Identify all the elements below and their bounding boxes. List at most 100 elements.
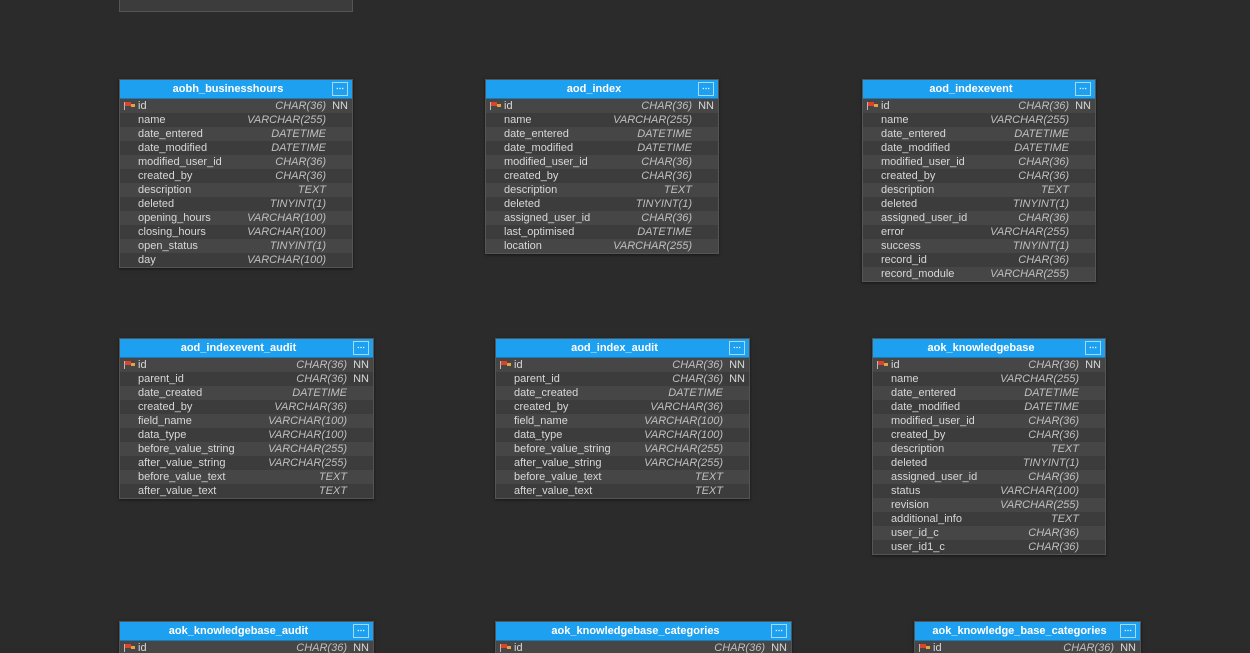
table-row[interactable]: data_typeVARCHAR(100) (496, 428, 749, 442)
table-row[interactable]: parent_idCHAR(36)NN (120, 372, 373, 386)
table-header[interactable]: aod_index_audit⋯ (496, 339, 749, 358)
table-row[interactable]: parent_idCHAR(36)NN (496, 372, 749, 386)
table-row[interactable]: after_value_textTEXT (120, 484, 373, 498)
table-row[interactable]: errorVARCHAR(255) (863, 225, 1095, 239)
table-aok_knowledgebase[interactable]: aok_knowledgebase⋯idCHAR(36)NNnameVARCHA… (872, 338, 1106, 555)
table-row[interactable]: nameVARCHAR(255) (486, 113, 718, 127)
table-row[interactable]: descriptionTEXT (873, 442, 1105, 456)
table-row[interactable]: record_moduleVARCHAR(255) (863, 267, 1095, 281)
table-aobh_businesshours[interactable]: aobh_businesshours⋯idCHAR(36)NNnameVARCH… (119, 79, 353, 268)
table-row[interactable]: idCHAR(36)NN (496, 358, 749, 372)
table-aok_knowledgebase_categories[interactable]: aok_knowledgebase_categories⋯idCHAR(36)N… (495, 621, 792, 653)
table-aok_knowledge_base_categories[interactable]: aok_knowledge_base_categories⋯idCHAR(36)… (914, 621, 1141, 653)
table-row[interactable]: user_id1_cCHAR(36) (873, 540, 1105, 554)
table-row[interactable]: field_nameVARCHAR(100) (120, 414, 373, 428)
table-row[interactable]: deletedTINYINT(1) (873, 456, 1105, 470)
table-menu-icon[interactable]: ⋯ (332, 82, 348, 96)
table-row[interactable]: date_modifiedDATETIME (863, 141, 1095, 155)
table-row[interactable]: date_modifiedDATETIME (873, 400, 1105, 414)
table-menu-icon[interactable]: ⋯ (771, 624, 787, 638)
table-row[interactable]: assigned_user_idCHAR(36) (863, 211, 1095, 225)
table-row[interactable]: created_byCHAR(36) (863, 169, 1095, 183)
table-row[interactable]: date_enteredDATETIME (120, 127, 352, 141)
table-aod_indexevent_audit[interactable]: aod_indexevent_audit⋯idCHAR(36)NNparent_… (119, 338, 374, 499)
table-row[interactable]: date_enteredDATETIME (486, 127, 718, 141)
table-row[interactable]: descriptionTEXT (120, 183, 352, 197)
table-row[interactable]: date_enteredDATETIME (873, 386, 1105, 400)
table-row[interactable]: date_enteredDATETIME (863, 127, 1095, 141)
table-menu-icon[interactable]: ⋯ (1085, 341, 1101, 355)
table-row[interactable]: before_value_stringVARCHAR(255) (496, 442, 749, 456)
table-row[interactable]: user_id_cCHAR(36) (873, 526, 1105, 540)
table-row[interactable]: after_value_stringVARCHAR(255) (496, 456, 749, 470)
table-row[interactable]: field_nameVARCHAR(100) (496, 414, 749, 428)
table-row[interactable]: additional_infoTEXT (873, 512, 1105, 526)
table-row[interactable]: deletedTINYINT(1) (863, 197, 1095, 211)
table-header[interactable]: aok_knowledgebase_audit⋯ (120, 622, 373, 641)
table-row[interactable]: descriptionTEXT (863, 183, 1095, 197)
table-row[interactable]: created_byVARCHAR(36) (496, 400, 749, 414)
table-row[interactable]: after_value_textTEXT (496, 484, 749, 498)
table-header[interactable]: aok_knowledgebase_categories⋯ (496, 622, 791, 641)
table-aod_indexevent[interactable]: aod_indexevent⋯idCHAR(36)NNnameVARCHAR(2… (862, 79, 1096, 282)
table-row[interactable]: record_idCHAR(36) (863, 253, 1095, 267)
table-menu-icon[interactable]: ⋯ (698, 82, 714, 96)
table-row[interactable]: statusVARCHAR(100) (873, 484, 1105, 498)
table-row[interactable]: dayVARCHAR(100) (120, 253, 352, 267)
table-row[interactable]: deletedTINYINT(1) (120, 197, 352, 211)
table-row[interactable]: date_modifiedDATETIME (486, 141, 718, 155)
table-row[interactable]: idCHAR(36)NN (915, 641, 1140, 653)
table-menu-icon[interactable]: ⋯ (353, 624, 369, 638)
table-header[interactable]: aok_knowledge_base_categories⋯ (915, 622, 1140, 641)
table-header[interactable]: aok_knowledgebase⋯ (873, 339, 1105, 358)
table-aod_index[interactable]: aod_index⋯idCHAR(36)NNnameVARCHAR(255)da… (485, 79, 719, 254)
table-row[interactable]: date_modifiedDATETIME (120, 141, 352, 155)
table-row[interactable]: modified_user_idCHAR(36) (120, 155, 352, 169)
table-row[interactable]: locationVARCHAR(255) (486, 239, 718, 253)
table-row[interactable]: created_byVARCHAR(36) (120, 400, 373, 414)
table-header[interactable]: aobh_businesshours⋯ (120, 80, 352, 99)
table-row[interactable]: closing_hoursVARCHAR(100) (120, 225, 352, 239)
table-row[interactable]: created_byCHAR(36) (873, 428, 1105, 442)
table-row[interactable]: revisionVARCHAR(255) (873, 498, 1105, 512)
table-row[interactable]: deletedTINYINT(1) (486, 197, 718, 211)
table-row[interactable]: modified_user_idCHAR(36) (486, 155, 718, 169)
table-header[interactable]: aod_indexevent_audit⋯ (120, 339, 373, 358)
table-row[interactable]: opening_hoursVARCHAR(100) (120, 211, 352, 225)
table-menu-icon[interactable]: ⋯ (1075, 82, 1091, 96)
table-row[interactable]: idCHAR(36)NN (120, 358, 373, 372)
table-row[interactable]: modified_user_idCHAR(36) (863, 155, 1095, 169)
table-menu-icon[interactable]: ⋯ (729, 341, 745, 355)
table-row[interactable]: before_value_stringVARCHAR(255) (120, 442, 373, 456)
table-menu-icon[interactable]: ⋯ (353, 341, 369, 355)
table-row[interactable]: assigned_user_idCHAR(36) (486, 211, 718, 225)
table-row[interactable]: before_value_textTEXT (496, 470, 749, 484)
table-row[interactable]: idCHAR(36)NN (863, 99, 1095, 113)
table-row[interactable]: assigned_user_idCHAR(36) (873, 470, 1105, 484)
table-header[interactable]: aod_index⋯ (486, 80, 718, 99)
table-row[interactable]: modified_user_idCHAR(36) (873, 414, 1105, 428)
table-aod_index_audit[interactable]: aod_index_audit⋯idCHAR(36)NNparent_idCHA… (495, 338, 750, 499)
table-row[interactable]: before_value_textTEXT (120, 470, 373, 484)
table-row[interactable]: data_typeVARCHAR(100) (120, 428, 373, 442)
table-row[interactable]: idCHAR(36)NN (873, 358, 1105, 372)
table-row[interactable]: nameVARCHAR(255) (863, 113, 1095, 127)
table-row[interactable]: successTINYINT(1) (863, 239, 1095, 253)
table-row[interactable]: open_statusTINYINT(1) (120, 239, 352, 253)
table-row[interactable]: after_value_stringVARCHAR(255) (120, 456, 373, 470)
table-menu-icon[interactable]: ⋯ (1120, 624, 1136, 638)
table-row[interactable]: created_byCHAR(36) (120, 169, 352, 183)
erd-canvas[interactable]: aobh_businesshours⋯idCHAR(36)NNnameVARCH… (0, 0, 1250, 653)
table-row[interactable]: created_byCHAR(36) (486, 169, 718, 183)
table-row[interactable]: last_optimisedDATETIME (486, 225, 718, 239)
table-header[interactable]: aod_indexevent⋯ (863, 80, 1095, 99)
table-aok_knowledgebase_audit[interactable]: aok_knowledgebase_audit⋯idCHAR(36)NN (119, 621, 374, 653)
table-row[interactable]: nameVARCHAR(255) (873, 372, 1105, 386)
table-row[interactable]: idCHAR(36)NN (486, 99, 718, 113)
table-row[interactable]: date_createdDATETIME (496, 386, 749, 400)
table-row[interactable]: idCHAR(36)NN (120, 641, 373, 653)
table-row[interactable]: idCHAR(36)NN (496, 641, 791, 653)
table-row[interactable]: date_createdDATETIME (120, 386, 373, 400)
table-row[interactable]: nameVARCHAR(255) (120, 113, 352, 127)
table-row[interactable]: idCHAR(36)NN (120, 99, 352, 113)
